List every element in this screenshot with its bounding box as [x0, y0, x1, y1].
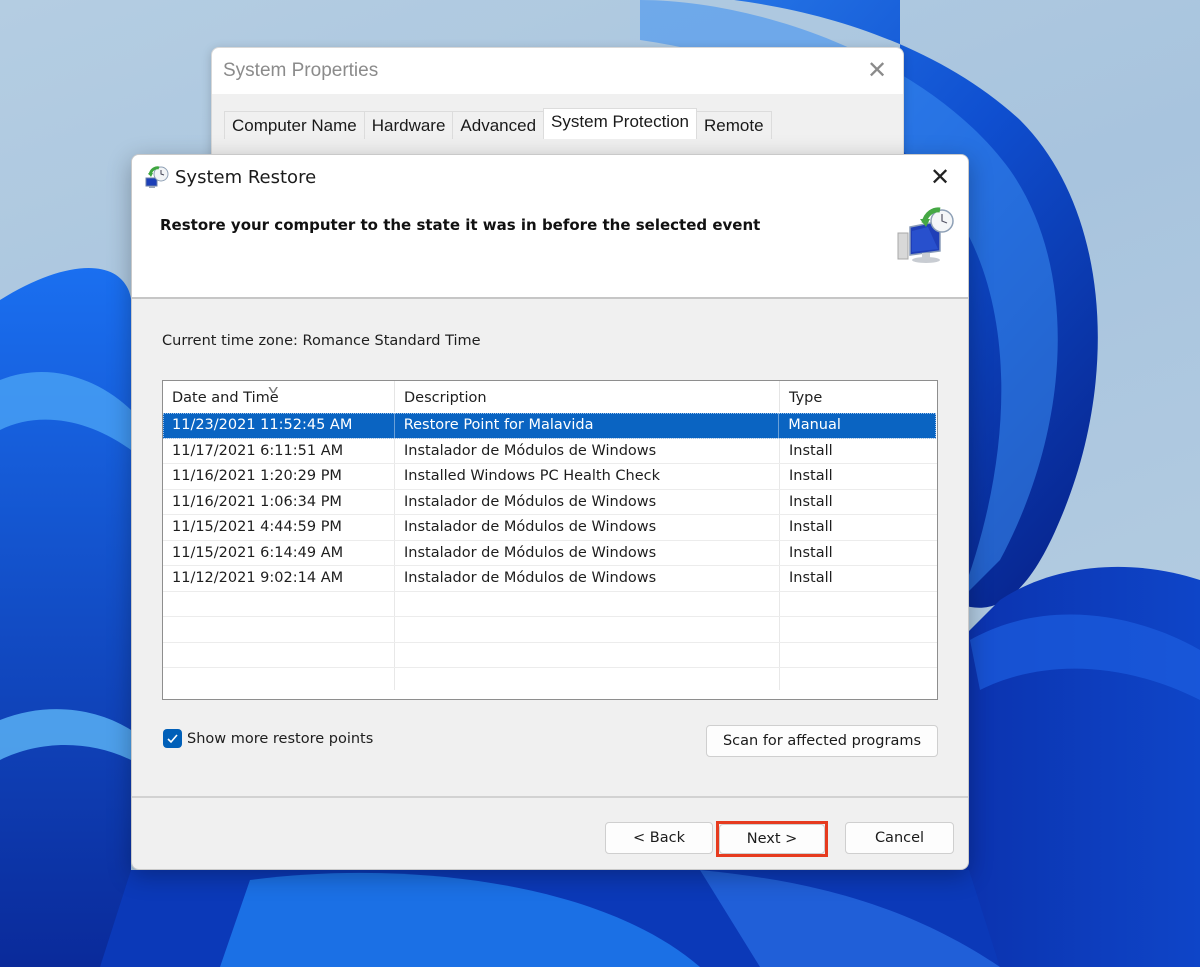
- tab-advanced[interactable]: Advanced: [452, 111, 545, 139]
- cell-type: Install: [789, 493, 833, 510]
- show-more-checkbox[interactable]: [163, 729, 182, 748]
- sort-descending-icon: v: [268, 383, 279, 396]
- dialog-title: System Restore: [175, 167, 317, 188]
- empty-row: [163, 642, 937, 668]
- system-restore-graphic-icon: [896, 207, 958, 265]
- empty-cell: [395, 642, 780, 667]
- tab-computer-name[interactable]: Computer Name: [224, 111, 365, 139]
- empty-cell: [163, 668, 395, 690]
- system-properties-close-icon[interactable]: ✕: [865, 58, 889, 82]
- scan-affected-programs-button[interactable]: Scan for affected programs: [706, 725, 938, 757]
- footer-divider: [132, 796, 968, 798]
- empty-cell: [780, 668, 937, 690]
- column-header-type[interactable]: Type: [780, 381, 937, 412]
- system-properties-title: System Properties: [223, 60, 379, 81]
- cell-date: 11/17/2021 6:11:51 AM: [163, 438, 395, 463]
- empty-cell: [780, 592, 937, 617]
- cell-description: Instalador de Módulos de Windows: [395, 438, 780, 463]
- system-restore-dialog: System Restore ✕ Restore your computer t…: [131, 154, 969, 870]
- empty-cell: [395, 617, 780, 642]
- empty-row: [163, 668, 937, 690]
- close-icon[interactable]: ✕: [926, 163, 954, 191]
- empty-row: [163, 617, 937, 643]
- table-row[interactable]: 11/12/2021 9:02:14 AM Instalador de Módu…: [163, 566, 937, 592]
- empty-row: [163, 591, 937, 617]
- table-row[interactable]: 11/16/2021 1:06:34 PM Instalador de Módu…: [163, 489, 937, 515]
- cancel-button[interactable]: Cancel: [845, 822, 954, 854]
- timezone-label: Current time zone: Romance Standard Time: [162, 333, 481, 349]
- table-row[interactable]: 11/17/2021 6:11:51 AM Instalador de Módu…: [163, 438, 937, 464]
- back-button[interactable]: < Back: [605, 822, 713, 854]
- cell-type: Install: [789, 468, 833, 484]
- empty-cell: [163, 591, 395, 616]
- column-header-description[interactable]: Description: [395, 381, 780, 412]
- cell-description: Instalador de Módulos de Windows: [395, 540, 780, 565]
- cell-type: Install: [789, 570, 833, 586]
- cell-date: 11/23/2021 11:52:45 AM: [163, 413, 395, 438]
- restore-points-list[interactable]: Date and Time v Description Type 11/23/2…: [162, 380, 938, 700]
- empty-cell: [780, 617, 937, 642]
- empty-cell: [395, 668, 780, 690]
- cell-description: Restore Point for Malavida: [395, 413, 780, 438]
- system-properties-tabs: Computer Name Hardware Advanced System P…: [224, 108, 772, 139]
- column-header-date-label: Date and Time: [172, 390, 279, 406]
- cell-description: Instalador de Módulos de Windows: [395, 566, 780, 591]
- cell-description: Instalador de Módulos de Windows: [395, 489, 780, 514]
- empty-cell: [163, 642, 395, 667]
- cell-type: Manual: [788, 417, 841, 433]
- cell-date: 11/16/2021 1:20:29 PM: [163, 464, 395, 489]
- cell-date: 11/16/2021 1:06:34 PM: [163, 489, 395, 514]
- list-body: 11/23/2021 11:52:45 AM Restore Point for…: [163, 413, 937, 690]
- empty-cell: [163, 617, 395, 642]
- empty-cell: [395, 591, 780, 616]
- next-button[interactable]: Next >: [719, 824, 825, 854]
- cell-date: 11/15/2021 4:44:59 PM: [163, 515, 395, 540]
- column-header-date[interactable]: Date and Time v: [163, 381, 395, 412]
- table-row[interactable]: 11/15/2021 6:14:49 AM Instalador de Módu…: [163, 540, 937, 566]
- cell-type: Install: [789, 519, 833, 535]
- cell-description: Installed Windows PC Health Check: [395, 464, 780, 489]
- table-row[interactable]: 11/15/2021 4:44:59 PM Instalador de Módu…: [163, 515, 937, 541]
- show-more-label: Show more restore points: [187, 730, 374, 747]
- table-row[interactable]: 11/23/2021 11:52:45 AM Restore Point for…: [163, 413, 936, 439]
- tab-hardware[interactable]: Hardware: [363, 111, 454, 139]
- cell-date: 11/15/2021 6:14:49 AM: [163, 540, 395, 565]
- table-row[interactable]: 11/16/2021 1:20:29 PM Installed Windows …: [163, 464, 937, 490]
- cell-type: Install: [789, 442, 833, 459]
- dialog-heading: Restore your computer to the state it wa…: [160, 216, 761, 234]
- empty-cell: [780, 643, 937, 668]
- dialog-header: System Restore ✕ Restore your computer t…: [132, 155, 968, 299]
- checkmark-icon: [167, 734, 178, 744]
- tab-system-protection[interactable]: System Protection: [543, 108, 697, 139]
- tab-remote[interactable]: Remote: [696, 111, 772, 139]
- system-properties-titlebar: System Properties ✕: [212, 48, 903, 94]
- cell-description: Instalador de Módulos de Windows: [395, 515, 780, 540]
- cell-type: Install: [789, 544, 833, 561]
- cell-date: 11/12/2021 9:02:14 AM: [163, 566, 395, 591]
- list-header: Date and Time v Description Type: [163, 381, 937, 412]
- show-more-restore-points[interactable]: Show more restore points: [163, 729, 373, 748]
- system-restore-icon: [144, 165, 170, 191]
